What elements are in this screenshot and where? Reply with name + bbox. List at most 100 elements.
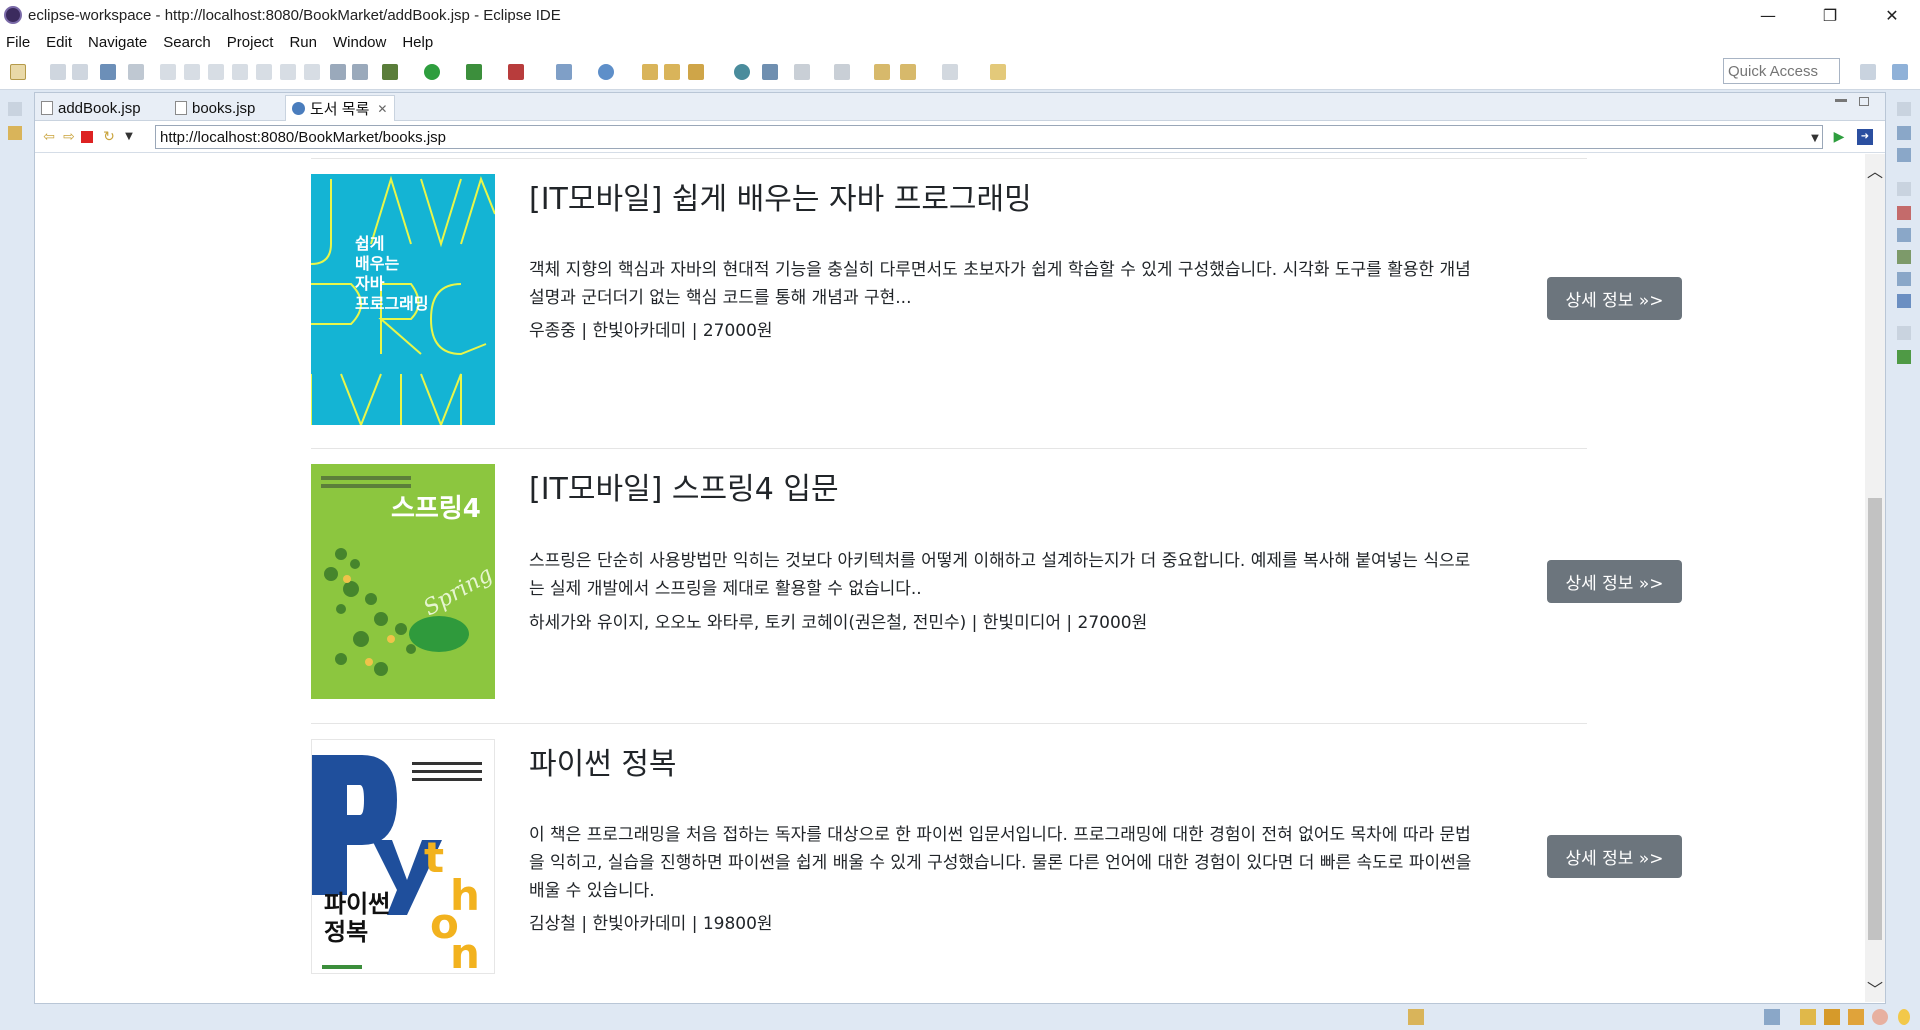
restore-button[interactable]: ❐ (1802, 0, 1858, 30)
task-list-icon[interactable] (1897, 148, 1911, 162)
project-explorer-icon[interactable] (8, 126, 22, 140)
detail-info-button[interactable]: 상세 정보 »> (1547, 835, 1682, 878)
detail-info-button[interactable]: 상세 정보 »> (1547, 560, 1682, 603)
resume-icon[interactable] (160, 64, 176, 80)
eclipse-icon (4, 6, 22, 24)
debug-icon[interactable] (382, 64, 398, 80)
menu-search[interactable]: Search (163, 34, 211, 51)
scroll-up-icon[interactable]: ︿ (1865, 158, 1885, 181)
graduation-cap-icon[interactable] (1824, 1009, 1840, 1025)
open-perspective-icon[interactable] (1860, 64, 1876, 80)
snippets-icon[interactable] (1897, 294, 1911, 308)
book-item: t h o n 파이썬 정복 파이썬 정복 이 책은 프로그래밍을 처음 접하는… (311, 739, 1682, 974)
skip-breakpoints-icon[interactable] (128, 64, 144, 80)
open-console-icon[interactable] (100, 64, 116, 80)
previous-annotation-icon[interactable] (834, 64, 850, 80)
svg-text:t: t (424, 833, 444, 882)
gear-icon[interactable] (1872, 1009, 1888, 1025)
restore-view-icon[interactable] (1897, 182, 1911, 196)
restore-view-icon[interactable] (1897, 326, 1911, 340)
outline-icon[interactable] (1897, 126, 1911, 140)
forward-icon[interactable]: ⇨ (61, 129, 77, 145)
scroll-down-icon[interactable]: ﹀ (1865, 976, 1885, 999)
pin-editor-icon[interactable] (990, 64, 1006, 80)
menu-edit[interactable]: Edit (46, 34, 72, 51)
book-meta: 하세가와 유이지, 오오노 와타루, 토키 코헤이(권은철, 전민수) | 한빛… (529, 613, 1148, 633)
restore-view-icon[interactable] (1897, 102, 1911, 116)
next-annotation-icon[interactable] (794, 64, 810, 80)
suspend-icon[interactable] (184, 64, 200, 80)
search-icon[interactable] (688, 64, 704, 80)
java-ee-perspective-icon[interactable] (1892, 64, 1908, 80)
drop-to-frame-icon[interactable] (330, 64, 346, 80)
back-icon[interactable]: ⇦ (41, 129, 57, 145)
stop-icon[interactable] (81, 131, 93, 143)
menu-window[interactable]: Window (333, 34, 386, 51)
toggle-breadcrumb-icon[interactable] (762, 64, 778, 80)
go-icon[interactable]: ▶ (1831, 129, 1847, 145)
close-window-button[interactable]: ✕ (1864, 0, 1920, 30)
save-icon[interactable] (50, 64, 66, 80)
use-step-filters-icon[interactable] (352, 64, 368, 80)
new-java-class-icon[interactable] (598, 64, 614, 80)
menu-navigate[interactable]: Navigate (88, 34, 147, 51)
tab-book-list[interactable]: 도서 목록 ✕ (285, 95, 395, 121)
menu-project[interactable]: Project (227, 34, 274, 51)
open-type-icon[interactable] (642, 64, 658, 80)
disconnect-icon[interactable] (232, 64, 248, 80)
quick-access-input[interactable] (1723, 58, 1840, 84)
step-return-icon[interactable] (304, 64, 320, 80)
maximize-view-icon[interactable] (1859, 97, 1869, 106)
book-description: 이 책은 프로그래밍을 처음 접하는 독자를 대상으로 한 파이썬 입문서입니다… (529, 825, 1472, 901)
scrollbar-thumb[interactable] (1868, 498, 1882, 940)
refresh-icon[interactable]: ↻ (101, 129, 117, 145)
task-icon[interactable] (1764, 1009, 1780, 1025)
web-browser-icon (292, 102, 305, 115)
menu-help[interactable]: Help (402, 34, 433, 51)
close-tab-icon[interactable]: ✕ (377, 102, 387, 116)
step-over-icon[interactable] (280, 64, 296, 80)
open-web-browser-status-icon[interactable] (1408, 1009, 1424, 1025)
step-into-icon[interactable] (256, 64, 272, 80)
last-edit-location-icon[interactable] (874, 64, 890, 80)
tab-label: 도서 목록 (310, 101, 370, 118)
minimize-view-icon[interactable] (1835, 99, 1847, 102)
forward-icon[interactable] (942, 64, 958, 80)
page-scrollbar[interactable]: ︿ ﹀ (1865, 154, 1885, 1002)
restore-view-icon[interactable] (8, 102, 22, 116)
pencil-icon[interactable] (1848, 1009, 1864, 1025)
external-tools-icon[interactable] (508, 64, 524, 80)
console-icon[interactable] (1897, 350, 1911, 364)
back-icon[interactable] (900, 64, 916, 80)
new-icon[interactable] (10, 64, 26, 80)
open-web-browser-icon[interactable] (734, 64, 750, 80)
minimize-button[interactable]: — (1740, 0, 1796, 30)
terminate-icon[interactable] (208, 64, 224, 80)
detail-info-button[interactable]: 상세 정보 »> (1547, 277, 1682, 320)
save-all-icon[interactable] (72, 64, 88, 80)
url-input[interactable] (155, 125, 1823, 149)
new-server-icon[interactable] (556, 64, 572, 80)
svg-text:n: n (450, 929, 480, 974)
coverage-icon[interactable] (466, 64, 482, 80)
chevron-down-icon[interactable]: ▼ (121, 129, 137, 145)
url-history-dropdown-icon[interactable]: ▼ (1807, 131, 1823, 147)
open-task-icon[interactable] (664, 64, 680, 80)
markers-icon[interactable] (1897, 206, 1911, 220)
main-toolbar (0, 54, 1920, 90)
lightbulb-icon[interactable] (1898, 1009, 1910, 1025)
menu-run[interactable]: Run (289, 34, 317, 51)
data-source-explorer-icon[interactable] (1897, 272, 1911, 286)
tab-books[interactable]: books.jsp (169, 95, 287, 121)
divider (311, 723, 1587, 724)
title-bar: eclipse-workspace - http://localhost:808… (0, 0, 1920, 30)
run-icon[interactable] (424, 64, 440, 80)
book-icon[interactable] (1800, 1009, 1816, 1025)
properties-icon[interactable] (1897, 228, 1911, 242)
open-external-browser-icon[interactable]: ➜ (1857, 129, 1873, 145)
tab-addbook[interactable]: addBook.jsp (35, 95, 165, 121)
svg-text:Spring: Spring (420, 562, 496, 621)
menu-file[interactable]: File (6, 34, 30, 51)
servers-icon[interactable] (1897, 250, 1911, 264)
book-meta: 김상철 | 한빛아카데미 | 19800원 (529, 914, 773, 934)
